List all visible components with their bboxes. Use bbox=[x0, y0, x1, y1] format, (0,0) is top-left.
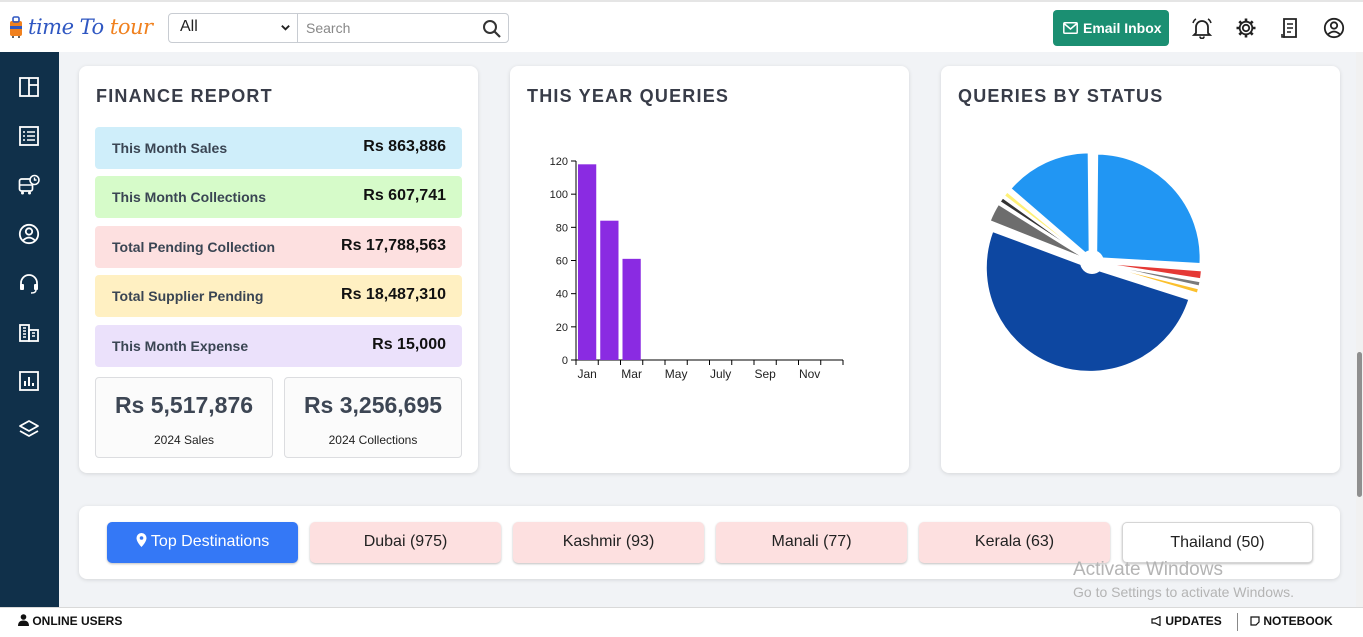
stat-label: 2024 Sales bbox=[153, 433, 215, 447]
destination-kashmir[interactable]: Kashmir (93) bbox=[513, 522, 704, 563]
email-inbox-button[interactable]: Email Inbox bbox=[1053, 10, 1169, 46]
travel-bag-icon bbox=[10, 16, 22, 38]
logo-text: time To tour bbox=[28, 15, 153, 39]
user-icon bbox=[18, 614, 29, 626]
search-icon[interactable] bbox=[482, 19, 502, 39]
destination-dubai[interactable]: Dubai (975) bbox=[310, 522, 501, 563]
finance-row-value: Rs 18,487,310 bbox=[341, 286, 446, 303]
finance-row-label: This Month Collections bbox=[112, 189, 266, 205]
updates-label: UPDATES bbox=[1165, 614, 1222, 628]
y-tick-label: 100 bbox=[550, 189, 568, 201]
finance-report-title: FINANCE REPORT bbox=[96, 86, 273, 106]
finance-row-value: Rs 607,741 bbox=[363, 187, 446, 204]
destination-kerala[interactable]: Kerala (63) bbox=[919, 522, 1110, 563]
finance-row-label: Total Pending Collection bbox=[112, 239, 276, 255]
user-circle-icon[interactable] bbox=[1323, 17, 1345, 39]
finance-row: Total Pending Collection Rs 17,788,563 bbox=[95, 226, 462, 268]
online-users-button[interactable]: ONLINE USERS bbox=[18, 614, 122, 628]
finance-row: This Month Collections Rs 607,741 bbox=[95, 176, 462, 218]
search-category-value: All bbox=[180, 18, 198, 35]
footer-divider bbox=[1237, 613, 1238, 631]
search-bar: All Search bbox=[168, 13, 509, 43]
x-tick-label: Jan bbox=[577, 367, 596, 381]
y-tick-label: 80 bbox=[556, 222, 568, 234]
search-category-select[interactable]: All bbox=[169, 14, 298, 42]
bar-feb bbox=[600, 220, 619, 360]
finance-row-value: Rs 17,788,563 bbox=[341, 237, 446, 254]
stat-label: 2024 Collections bbox=[328, 433, 418, 447]
buildings-icon[interactable] bbox=[18, 321, 40, 343]
y-tick-label: 40 bbox=[556, 289, 568, 301]
document-icon[interactable] bbox=[1279, 17, 1301, 39]
list-icon[interactable] bbox=[18, 125, 40, 147]
finance-row: This Month Sales Rs 863,886 bbox=[95, 127, 462, 169]
pie-slice bbox=[1095, 153, 1202, 265]
queries-status-pie-chart bbox=[985, 151, 1203, 373]
stat-value: Rs 3,256,695 bbox=[303, 392, 443, 418]
y-tick-label: 120 bbox=[550, 156, 568, 168]
gear-icon[interactable] bbox=[1235, 17, 1257, 39]
chevron-down-icon bbox=[281, 25, 290, 31]
bar-chart-icon[interactable] bbox=[18, 370, 40, 392]
notebook-label: NOTEBOOK bbox=[1263, 614, 1333, 628]
x-tick-label: July bbox=[710, 367, 731, 381]
bell-icon[interactable] bbox=[1191, 17, 1213, 39]
queries-by-status-card: QUERIES BY STATUS bbox=[941, 66, 1340, 473]
finance-row: Total Supplier Pending Rs 18,487,310 bbox=[95, 275, 462, 317]
bar-mar bbox=[622, 258, 641, 360]
finance-report-card: FINANCE REPORT This Month Sales Rs 863,8… bbox=[79, 66, 478, 473]
queries-bar-chart: 0 20 40 60 80 100 120 Jan Mar May July Sep Nov bbox=[550, 156, 844, 381]
note-icon bbox=[1250, 616, 1260, 626]
megaphone-icon bbox=[1151, 615, 1161, 627]
bar-jan bbox=[578, 164, 597, 360]
envelope-icon bbox=[1063, 22, 1078, 34]
x-tick-label: Mar bbox=[621, 367, 642, 381]
finance-row-label: This Month Expense bbox=[112, 338, 249, 354]
destination-manali[interactable]: Manali (77) bbox=[716, 522, 907, 563]
collections-stat-box: Rs 3,256,695 2024 Collections bbox=[284, 377, 462, 458]
app-logo[interactable]: time To tour bbox=[8, 12, 153, 44]
finance-row-value: Rs 863,886 bbox=[363, 138, 446, 155]
x-tick-label: Nov bbox=[799, 367, 820, 381]
dashboard-icon[interactable] bbox=[18, 76, 40, 98]
y-tick-label: 60 bbox=[556, 256, 568, 268]
x-tick-label: May bbox=[665, 367, 688, 381]
x-tick-label: Sep bbox=[754, 367, 776, 381]
top-destinations-button[interactable]: Top Destinations bbox=[107, 522, 298, 563]
pie-center bbox=[1080, 250, 1104, 274]
finance-row-value: Rs 15,000 bbox=[372, 336, 446, 353]
this-year-queries-card: THIS YEAR QUERIES 0 20 40 60 80 100 120 Jan Mar M… bbox=[510, 66, 909, 473]
top-header: time To tour All Search Email Inbox bbox=[0, 0, 1363, 52]
y-tick-label: 0 bbox=[562, 355, 568, 367]
activate-windows-subtitle: Go to Settings to activate Windows. bbox=[1073, 584, 1294, 600]
activate-windows-title: Activate Windows bbox=[1073, 559, 1223, 580]
email-inbox-label: Email Inbox bbox=[1083, 20, 1162, 36]
stat-value: Rs 5,517,876 bbox=[114, 392, 254, 418]
updates-button[interactable]: UPDATES bbox=[1151, 614, 1222, 628]
finance-row-label: This Month Sales bbox=[112, 140, 228, 156]
bottom-bar: ONLINE USERS UPDATES NOTEBOOK bbox=[0, 607, 1363, 637]
map-pin-icon bbox=[136, 533, 147, 547]
layers-icon[interactable] bbox=[18, 419, 40, 441]
page-scrollbar[interactable] bbox=[1356, 52, 1363, 607]
finance-row: This Month Expense Rs 15,000 bbox=[95, 325, 462, 367]
y-tick-label: 20 bbox=[556, 322, 568, 334]
notebook-button[interactable]: NOTEBOOK bbox=[1250, 614, 1333, 628]
support-headset-icon[interactable] bbox=[18, 272, 40, 294]
sales-stat-box: Rs 5,517,876 2024 Sales bbox=[95, 377, 273, 458]
search-input[interactable]: Search bbox=[299, 14, 479, 42]
finance-row-label: Total Supplier Pending bbox=[112, 288, 264, 304]
scrollbar-thumb[interactable] bbox=[1357, 352, 1362, 497]
user-circle-icon[interactable] bbox=[18, 223, 40, 245]
top-destinations-label: Top Destinations bbox=[150, 533, 270, 550]
bus-clock-icon[interactable] bbox=[18, 174, 40, 196]
destination-thailand[interactable]: Thailand (50) bbox=[1122, 522, 1313, 563]
sidebar bbox=[0, 52, 59, 607]
online-users-label: ONLINE USERS bbox=[32, 614, 123, 628]
